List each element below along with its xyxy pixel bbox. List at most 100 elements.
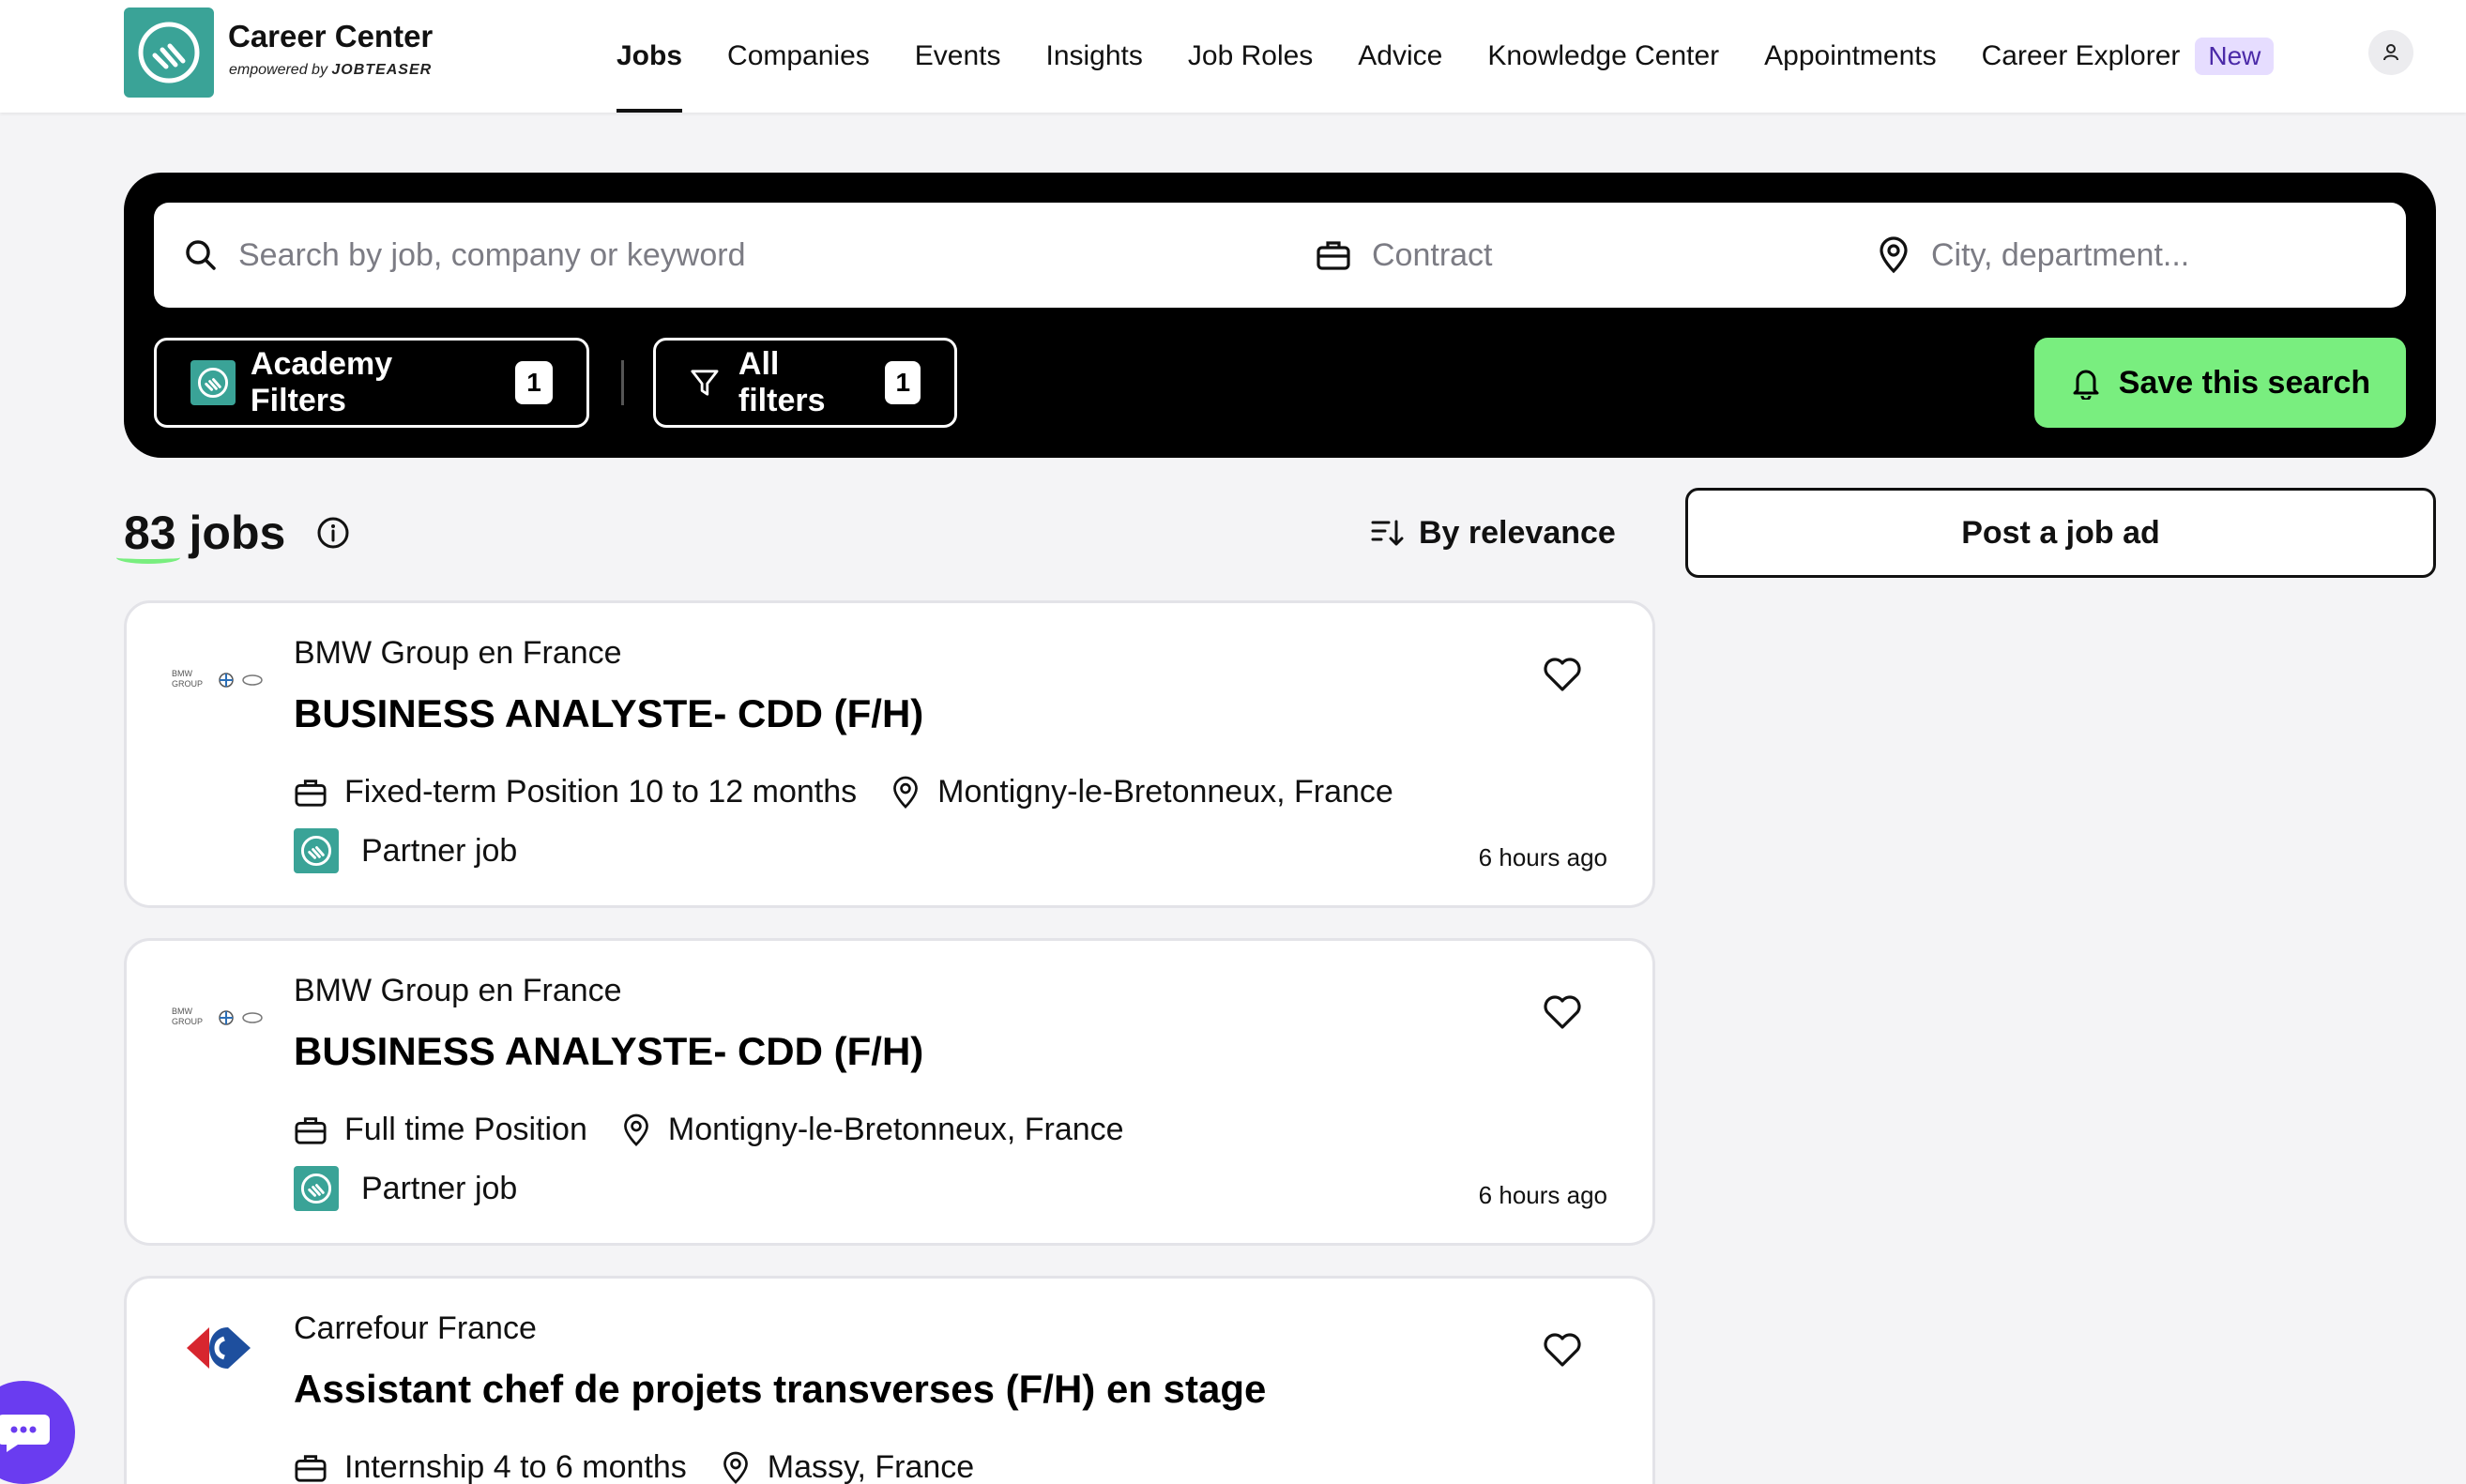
keyword-search-input[interactable]: Search by job, company or keyword bbox=[184, 203, 1254, 308]
job-title[interactable]: BUSINESS ANALYSTE- CDD (F/H) bbox=[294, 1029, 923, 1074]
nav-item-advice[interactable]: Advice bbox=[1358, 0, 1442, 113]
brand-subtitle: empowered by JOBTEASER bbox=[229, 62, 432, 79]
academy-filters-label: Academy Filters bbox=[250, 346, 393, 418]
chat-widget-button[interactable] bbox=[0, 1381, 75, 1484]
save-search-label: Save this search bbox=[2118, 364, 2371, 401]
job-title[interactable]: Assistant chef de projets transverses (F… bbox=[294, 1367, 1266, 1412]
job-card[interactable]: BMW GROUP BMW Group en France BUSINESS A… bbox=[124, 938, 1655, 1246]
nav-item-knowledge-center[interactable]: Knowledge Center bbox=[1487, 0, 1719, 113]
academy-logo-icon bbox=[190, 360, 236, 405]
nav-item-companies[interactable]: Companies bbox=[727, 0, 870, 113]
job-contract-text: Internship 4 to 6 months bbox=[344, 1449, 687, 1484]
all-filters-count: 1 bbox=[885, 361, 921, 404]
logo-mark-icon bbox=[138, 22, 200, 83]
svg-text:BMW: BMW bbox=[172, 1007, 193, 1016]
partner-logo-icon bbox=[294, 1166, 339, 1211]
company-name[interactable]: Carrefour France bbox=[294, 1310, 537, 1347]
contract-select[interactable]: Contract bbox=[1316, 203, 1841, 308]
briefcase-icon bbox=[295, 1454, 327, 1482]
bmw-group-logo-icon: BMW GROUP bbox=[172, 1007, 263, 1026]
partner-logo-icon bbox=[294, 828, 339, 873]
posted-time: 6 hours ago bbox=[1478, 1181, 1607, 1209]
job-location: Montigny-le-Bretonneux, France bbox=[621, 1112, 1124, 1148]
contract-placeholder: Contract bbox=[1372, 236, 1493, 273]
job-location-text: Montigny-le-Bretonneux, France bbox=[937, 774, 1393, 810]
job-card[interactable]: BMW GROUP BMW Group en France BUSINESS A… bbox=[124, 600, 1655, 908]
partner-tag: Partner job bbox=[294, 828, 517, 873]
carrefour-logo-icon bbox=[187, 1327, 251, 1369]
bmw-logo: BMW GROUP bbox=[172, 1001, 266, 1035]
brand-title[interactable]: Career Center bbox=[228, 19, 433, 54]
posted-time: 6 hours ago bbox=[1478, 843, 1607, 871]
job-contract-text: Full time Position bbox=[344, 1112, 587, 1147]
filters-divider bbox=[621, 360, 624, 405]
nav-item-insights[interactable]: Insights bbox=[1046, 0, 1143, 113]
job-title[interactable]: BUSINESS ANALYSTE- CDD (F/H) bbox=[294, 691, 923, 736]
job-contract: Internship 4 to 6 months bbox=[294, 1449, 687, 1484]
filter-icon bbox=[691, 370, 719, 396]
location-placeholder: City, department... bbox=[1931, 236, 2190, 273]
sort-dropdown[interactable]: By relevance bbox=[1370, 499, 1616, 567]
favorite-heart-icon[interactable] bbox=[1542, 993, 1583, 1031]
favorite-heart-icon[interactable] bbox=[1542, 1331, 1583, 1369]
job-location-text: Montigny-le-Bretonneux, France bbox=[667, 1112, 1124, 1147]
chat-bubble-icon bbox=[0, 1415, 50, 1452]
results-count-suffix: jobs bbox=[189, 507, 286, 559]
brand-subtitle-name: JOBTEASER bbox=[331, 62, 433, 78]
company-name[interactable]: BMW Group en France bbox=[294, 635, 622, 672]
job-contract: Fixed-term Position 10 to 12 months bbox=[294, 774, 857, 810]
briefcase-icon bbox=[1317, 241, 1350, 270]
company-name[interactable]: BMW Group en France bbox=[294, 973, 622, 1009]
results-count-text: 83 jobs bbox=[116, 506, 286, 564]
academy-filters-count: 1 bbox=[515, 361, 553, 404]
save-search-button[interactable]: Save this search bbox=[2034, 338, 2406, 428]
results-count-number: 83 bbox=[116, 507, 180, 564]
bmw-group-logo-icon: BMW GROUP bbox=[172, 669, 263, 689]
location-pin-icon bbox=[893, 776, 919, 809]
location-input[interactable]: City, department... bbox=[1877, 203, 2383, 308]
job-location: Massy, France bbox=[721, 1449, 974, 1484]
location-pin-icon bbox=[623, 1113, 648, 1146]
favorite-heart-icon[interactable] bbox=[1542, 656, 1583, 693]
results-count: 83 jobs bbox=[116, 499, 351, 567]
nav-item-appointments[interactable]: Appointments bbox=[1764, 0, 1936, 113]
search-icon bbox=[186, 240, 216, 270]
partner-tag: Partner job bbox=[294, 1166, 517, 1211]
briefcase-icon bbox=[295, 1116, 327, 1144]
svg-text:BMW: BMW bbox=[172, 669, 193, 678]
nav-item-events[interactable]: Events bbox=[915, 0, 1001, 113]
all-filters-label: All filters bbox=[738, 346, 826, 418]
brand-subtitle-prefix: empowered by bbox=[229, 62, 327, 78]
job-contract-text: Fixed-term Position 10 to 12 months bbox=[344, 774, 858, 810]
nav-item-jobs[interactable]: Jobs bbox=[616, 0, 683, 113]
partner-tag-label: Partner job bbox=[361, 1170, 518, 1206]
svg-text:GROUP: GROUP bbox=[172, 679, 203, 689]
nav-item-career-explorer-label: Career Explorer bbox=[1981, 40, 2181, 71]
briefcase-icon bbox=[295, 779, 327, 807]
user-icon bbox=[2383, 44, 2398, 61]
job-meta: Internship 4 to 6 months Massy, France bbox=[294, 1449, 1008, 1484]
academy-filters-button[interactable]: Academy Filters 1 bbox=[154, 338, 589, 428]
sort-icon bbox=[1371, 520, 1404, 546]
job-meta: Full time Position Montigny-le-Bretonneu… bbox=[294, 1112, 1158, 1148]
sort-label: By relevance bbox=[1419, 514, 1616, 551]
carrefour-logo bbox=[172, 1327, 266, 1369]
search-panel: Search by job, company or keyword Contra… bbox=[124, 173, 2436, 458]
nav-item-job-roles[interactable]: Job Roles bbox=[1188, 0, 1313, 113]
bell-icon bbox=[2073, 370, 2099, 400]
career-center-logo[interactable] bbox=[124, 8, 214, 98]
post-job-ad-button[interactable]: Post a job ad bbox=[1685, 488, 2436, 578]
all-filters-button[interactable]: All filters 1 bbox=[653, 338, 957, 428]
bmw-logo: BMW GROUP bbox=[172, 663, 266, 697]
job-contract: Full time Position bbox=[294, 1112, 587, 1148]
info-icon[interactable] bbox=[315, 515, 351, 551]
job-location: Montigny-le-Bretonneux, France bbox=[890, 774, 1393, 810]
job-card[interactable]: Carrefour France Assistant chef de proje… bbox=[124, 1276, 1655, 1484]
nav-item-career-explorer[interactable]: Career Explorer New bbox=[1982, 0, 2275, 113]
location-pin-icon bbox=[1880, 236, 1908, 274]
keyword-search-placeholder: Search by job, company or keyword bbox=[238, 236, 746, 273]
user-menu-button[interactable] bbox=[2368, 30, 2413, 75]
main-nav: Jobs Companies Events Insights Job Roles… bbox=[616, 0, 2319, 113]
job-location-text: Massy, France bbox=[767, 1449, 975, 1484]
top-header: Career Center empowered by JOBTEASER Job… bbox=[0, 0, 2466, 113]
